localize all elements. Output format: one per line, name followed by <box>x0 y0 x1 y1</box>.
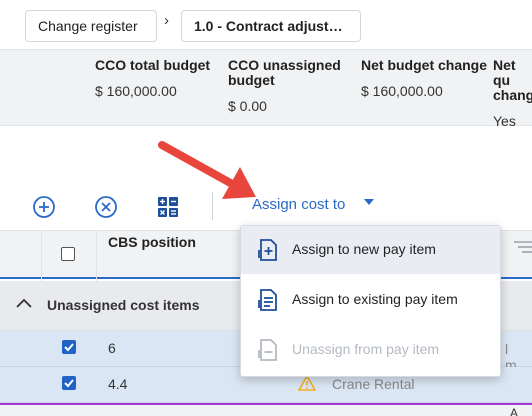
checkmark-icon <box>64 379 74 388</box>
plus-circle-icon <box>33 196 55 218</box>
breadcrumb-current[interactable]: 1.0 - Contract adjust… <box>181 10 361 42</box>
metric-value: $ 160,000.00 <box>361 83 443 99</box>
metric-label: Net qu chang <box>493 57 532 103</box>
breadcrumb: Change register › 1.0 - Contract adjust… <box>0 0 532 50</box>
existing-pay-item-icon <box>258 289 277 311</box>
add-pay-item-icon <box>258 239 277 261</box>
footer-row <box>0 405 532 416</box>
menu-item-assign-existing[interactable]: Assign to existing pay item <box>241 276 500 324</box>
row-description: Crane Rental <box>332 376 415 392</box>
metric-cco-unassigned-budget: CCO unassigned budget $ 0.00 <box>228 57 356 115</box>
caret-down-icon[interactable] <box>364 199 374 205</box>
metric-value: $ 160,000.00 <box>95 83 177 99</box>
warning-icon <box>298 375 316 391</box>
column-header-cbs-position[interactable]: CBS position <box>108 234 196 250</box>
remove-button[interactable] <box>93 194 119 220</box>
filter-icon[interactable] <box>514 240 532 254</box>
menu-item-label: Unassign from pay item <box>292 341 440 357</box>
checkmark-icon <box>64 343 74 352</box>
x-circle-icon <box>95 196 117 218</box>
row-cbs: 4.4 <box>108 376 128 392</box>
metric-value: $ 0.00 <box>228 98 267 114</box>
metric-value: Yes <box>493 113 516 129</box>
row-cbs: 6 <box>108 340 116 356</box>
chevron-up-icon[interactable] <box>16 297 32 309</box>
row-checkbox[interactable] <box>62 376 76 390</box>
metric-label: Net budget change <box>361 57 488 73</box>
group-label: Unassigned cost items <box>47 297 200 313</box>
assign-cost-to-button[interactable]: Assign cost to <box>252 196 345 213</box>
row-checkbox[interactable] <box>62 340 76 354</box>
summary-strip: CCO total budget $ 160,000.00 CCO unassi… <box>0 50 532 130</box>
menu-item-label: Assign to existing pay item <box>292 291 458 307</box>
assign-cost-menu: Assign to new pay item Assign to existin… <box>240 225 501 377</box>
metric-net-quantity-change: Net qu chang Yes <box>493 57 532 130</box>
app-root: Change register › 1.0 - Contract adjust…… <box>0 0 532 416</box>
menu-item-label: Assign to new pay item <box>292 241 436 257</box>
metric-net-budget-change: Net budget change $ 160,000.00 <box>361 57 489 100</box>
menu-item-assign-new[interactable]: Assign to new pay item <box>241 226 500 274</box>
annotation-arrow-icon <box>158 141 256 199</box>
metric-label: CCO total budget <box>95 57 211 73</box>
metric-cco-total-budget: CCO total budget $ 160,000.00 <box>95 57 223 100</box>
footer-text: A <box>510 406 519 416</box>
add-button[interactable] <box>31 194 57 220</box>
select-all-checkbox[interactable] <box>61 247 75 261</box>
breadcrumb-parent[interactable]: Change register <box>25 10 157 42</box>
metric-label: CCO unassigned budget <box>228 57 341 88</box>
unassign-pay-item-icon <box>258 339 277 361</box>
menu-item-unassign: Unassign from pay item <box>241 326 500 374</box>
chevron-right-icon: › <box>164 12 169 29</box>
